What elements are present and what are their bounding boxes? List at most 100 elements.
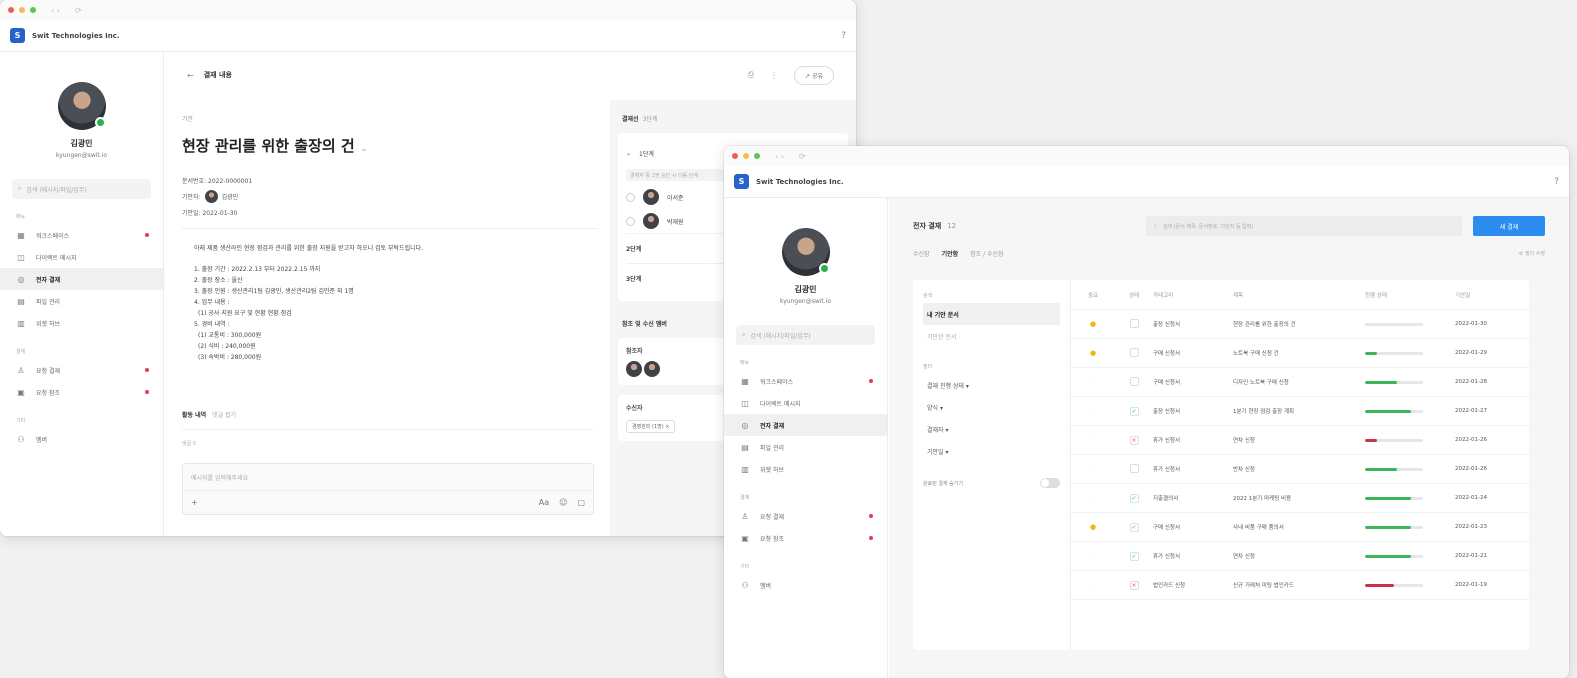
collapse-comments-button[interactable]: 댓글 접기 [212,412,236,419]
back-nav-icon[interactable]: ‹ › [51,6,60,15]
sidebar-item-dm[interactable]: ◫ 다이렉트 메시지 [0,246,163,268]
row-title[interactable]: 디자인 노트북 구매 신청 [1233,378,1365,386]
table-row[interactable]: · × 법인카드 신청 신규 거래처 미팅 법인카드 2022-01-19 [1071,571,1529,600]
col-header-status[interactable]: 상태 [1115,291,1153,299]
sidebar-item-request-ref[interactable]: ▣ 요청 참조 [724,527,887,549]
table-row[interactable]: ● ✓ 구매 신청서 사내 비품 구매 품의서 2022-01-23 [1071,513,1529,542]
table-row[interactable]: ● 출장 신청서 현장 관리를 위한 출장의 건 2022-01-30 [1071,310,1529,339]
sidebar-item-approval[interactable]: ◎ 전자 결재 [724,414,887,436]
edit-filter-button[interactable]: ⚙ 필터 수정 [1519,250,1545,257]
star-icon[interactable]: · [1071,552,1115,560]
star-icon[interactable]: · [1071,436,1115,444]
row-title[interactable]: 노트북 구매 신청 건 [1233,349,1365,357]
col-header-date[interactable]: 기안일 [1455,291,1515,299]
row-title[interactable]: 1분기 현장 점검 출장 계획 [1233,407,1365,415]
close-window-button[interactable] [8,7,14,13]
filter-form-dropdown[interactable]: 양식 ▾ [923,396,1060,418]
col-header-star[interactable]: 중요 [1071,291,1115,299]
add-icon[interactable]: + [191,498,198,507]
maximize-window-button[interactable] [30,7,36,13]
comment-input[interactable]: 메시지를 입력해주세요 [183,464,593,491]
sidebar-item-files[interactable]: ▤ 파일 관리 [0,290,163,312]
table-row[interactable]: · 구매 신청서 디자인 노트북 구매 신청 2022-01-28 [1071,368,1529,397]
sidebar-item-request-approval[interactable]: ♙ 요청 결재 [0,359,163,381]
tab-inbox[interactable]: 수신함 [913,249,930,258]
minimize-window-button[interactable] [19,7,25,13]
approval-list-window: ‹ › ⟳ S Swit Technologies Inc. ? 김광민 kyu… [724,146,1569,678]
star-icon[interactable]: ● [1071,320,1115,328]
sidebar-item-request-ref[interactable]: ▣ 요청 참조 [0,381,163,403]
tab-reference[interactable]: 참조 / 수신함 [970,249,1003,258]
hide-completed-toggle[interactable] [1040,478,1060,488]
table-row[interactable]: · ✓ 지출결의서 2022 1분기 마케팅 비용 2022-01-24 [1071,484,1529,513]
avatar[interactable] [644,361,660,377]
sidebar-item-workspace[interactable]: ▦ 워크스페이스 [0,224,163,246]
comment-composer[interactable]: 메시지를 입력해주세요 + Aa ☺ ▢ [182,463,594,515]
sidebar-item-files[interactable]: ▤ 파일 관리 [724,436,887,458]
filter-status-dropdown[interactable]: 결재 진행 상태 ▾ [923,374,1060,396]
table-row[interactable]: · 휴가 신청서 반차 신청 2022-01-26 [1071,455,1529,484]
row-title[interactable]: 반차 신청 [1233,465,1365,473]
sidebar-search-input[interactable]: ⌕ 검색 (메시지/파일/업무) [12,179,151,199]
row-title[interactable]: 사내 비품 구매 품의서 [1233,523,1365,531]
avatar[interactable] [626,361,642,377]
row-title[interactable]: 연차 신청 [1233,552,1365,560]
filter-approver-dropdown[interactable]: 결재자 ▾ [923,418,1060,440]
avatar[interactable] [781,228,830,276]
sidebar-item-members[interactable]: ⚇ 멤버 [0,428,163,450]
col-header-category[interactable]: 카테고리 [1153,291,1233,299]
star-icon[interactable]: · [1071,465,1115,473]
table-row[interactable]: · ✓ 출장 신청서 1분기 현장 점검 출장 계획 2022-01-27 [1071,397,1529,426]
col-header-title[interactable]: 제목 [1233,291,1365,299]
sidebar-item-workspace[interactable]: ▦ 워크스페이스 [724,370,887,392]
table-row[interactable]: ● 구매 신청서 노트북 구매 신청 건 2022-01-29 [1071,339,1529,368]
back-arrow-icon[interactable]: ← [187,71,194,80]
sidebar-search-input[interactable]: ⌕ 검색 (메시지/파일/업무) [736,325,875,345]
tab-drafts[interactable]: 기안함 [942,249,959,258]
share-button[interactable]: ↗ 공유 [794,65,834,85]
help-icon[interactable]: ? [1554,177,1559,187]
list-search-input[interactable]: ⌕ 검색 (문서 제목, 문서번호, 기안자 등 입력) [1146,216,1463,236]
row-title[interactable]: 현장 관리를 위한 출장의 건 [1233,320,1365,328]
emoji-icon[interactable]: ☺ [559,498,567,507]
star-icon[interactable]: ● [1071,349,1115,357]
chevron-down-icon[interactable]: ⌄ [360,144,368,154]
company-logo[interactable]: S [734,174,749,189]
company-logo[interactable]: S [10,28,25,43]
row-title[interactable]: 2022 1분기 마케팅 비용 [1233,494,1365,502]
send-icon[interactable]: ▢ [577,498,585,507]
sidebar-item-widgets[interactable]: ▥ 위젯 허브 [0,312,163,334]
sidebar-item-dm[interactable]: ◫ 다이렉트 메시지 [724,392,887,414]
print-icon[interactable]: ⎙ [748,70,754,80]
format-text-icon[interactable]: Aa [539,498,549,507]
back-nav-icon[interactable]: ‹ › [775,152,784,161]
history-icon[interactable]: ⟳ [799,152,806,161]
avatar[interactable] [204,189,218,203]
more-icon[interactable]: ⋮ [770,71,778,80]
row-title[interactable]: 연차 신청 [1233,436,1365,444]
new-approval-button[interactable]: 새 결재 [1473,216,1545,236]
row-title[interactable]: 신규 거래처 미팅 법인카드 [1233,581,1365,589]
sidebar-item-request-approval[interactable]: ♙ 요청 결재 [724,505,887,527]
star-icon[interactable]: · [1071,494,1115,502]
close-window-button[interactable] [732,153,738,159]
sidebar-item-members[interactable]: ⚇ 멤버 [724,574,887,596]
star-icon[interactable]: · [1071,407,1115,415]
filter-date-dropdown[interactable]: 기안일 ▾ [923,440,1060,462]
filter-item-drafted[interactable]: 기안한 문서 [923,325,1060,347]
sidebar-item-widgets[interactable]: ▥ 위젯 허브 [724,458,887,480]
table-row[interactable]: · × 휴가 신청서 연차 신청 2022-01-26 [1071,426,1529,455]
star-icon[interactable]: · [1071,581,1115,589]
star-icon[interactable]: · [1071,378,1115,386]
star-icon[interactable]: ● [1071,523,1115,531]
history-icon[interactable]: ⟳ [75,6,82,15]
avatar[interactable] [57,82,106,130]
table-row[interactable]: · ✓ 휴가 신청서 연차 신청 2022-01-21 [1071,542,1529,571]
minimize-window-button[interactable] [743,153,749,159]
maximize-window-button[interactable] [754,153,760,159]
help-icon[interactable]: ? [841,31,846,41]
receiver-pill[interactable]: 경영관리 (1명) × [626,420,676,433]
sidebar-item-approval[interactable]: ◎ 전자 결재 [0,268,163,290]
filter-item-my-drafts[interactable]: 내 기안 문서 [923,303,1060,325]
col-header-progress[interactable]: 진행 상태 [1365,291,1455,299]
